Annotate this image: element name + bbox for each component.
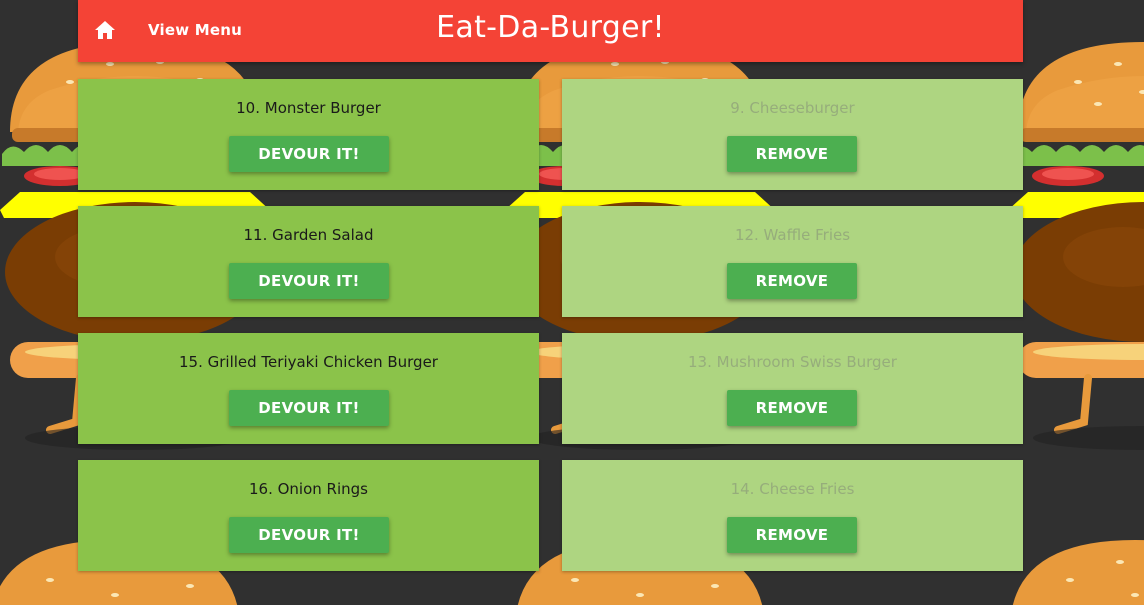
devoured-burger-name: 12. Waffle Fries: [734, 226, 851, 244]
devoured-burger-name: 9. Cheeseburger: [730, 99, 855, 117]
devoured-burger-card: 9. Cheeseburger REMOVE: [562, 79, 1023, 190]
app-stage: View Menu Eat-Da-Burger! 10. Monster Bur…: [0, 0, 1144, 605]
devoured-burger-name: 14. Cheese Fries: [730, 480, 855, 498]
devour-button[interactable]: DEVOUR IT!: [229, 517, 389, 553]
remove-button[interactable]: REMOVE: [727, 517, 857, 553]
devoured-burger-card: 12. Waffle Fries REMOVE: [562, 206, 1023, 317]
devoured-burger-card: 13. Mushroom Swiss Burger REMOVE: [562, 333, 1023, 444]
burger-card: 15. Grilled Teriyaki Chicken Burger DEVO…: [78, 333, 539, 444]
burger-name: 15. Grilled Teriyaki Chicken Burger: [179, 353, 438, 371]
devour-button[interactable]: DEVOUR IT!: [229, 390, 389, 426]
remove-button[interactable]: REMOVE: [727, 390, 857, 426]
devoured-burger-name: 13. Mushroom Swiss Burger: [688, 353, 897, 371]
brand-logo[interactable]: Eat-Da-Burger!: [78, 10, 1023, 45]
top-navbar: View Menu Eat-Da-Burger!: [78, 0, 1023, 62]
burger-name: 11. Garden Salad: [243, 226, 374, 244]
burger-card: 11. Garden Salad DEVOUR IT!: [78, 206, 539, 317]
devour-button[interactable]: DEVOUR IT!: [229, 263, 389, 299]
burger-card: 10. Monster Burger DEVOUR IT!: [78, 79, 539, 190]
devoured-burger-card: 14. Cheese Fries REMOVE: [562, 460, 1023, 571]
devour-button[interactable]: DEVOUR IT!: [229, 136, 389, 172]
burger-card: 16. Onion Rings DEVOUR IT!: [78, 460, 539, 571]
remove-button[interactable]: REMOVE: [727, 136, 857, 172]
burger-name: 10. Monster Burger: [236, 99, 381, 117]
burger-name: 16. Onion Rings: [249, 480, 368, 498]
remove-button[interactable]: REMOVE: [727, 263, 857, 299]
